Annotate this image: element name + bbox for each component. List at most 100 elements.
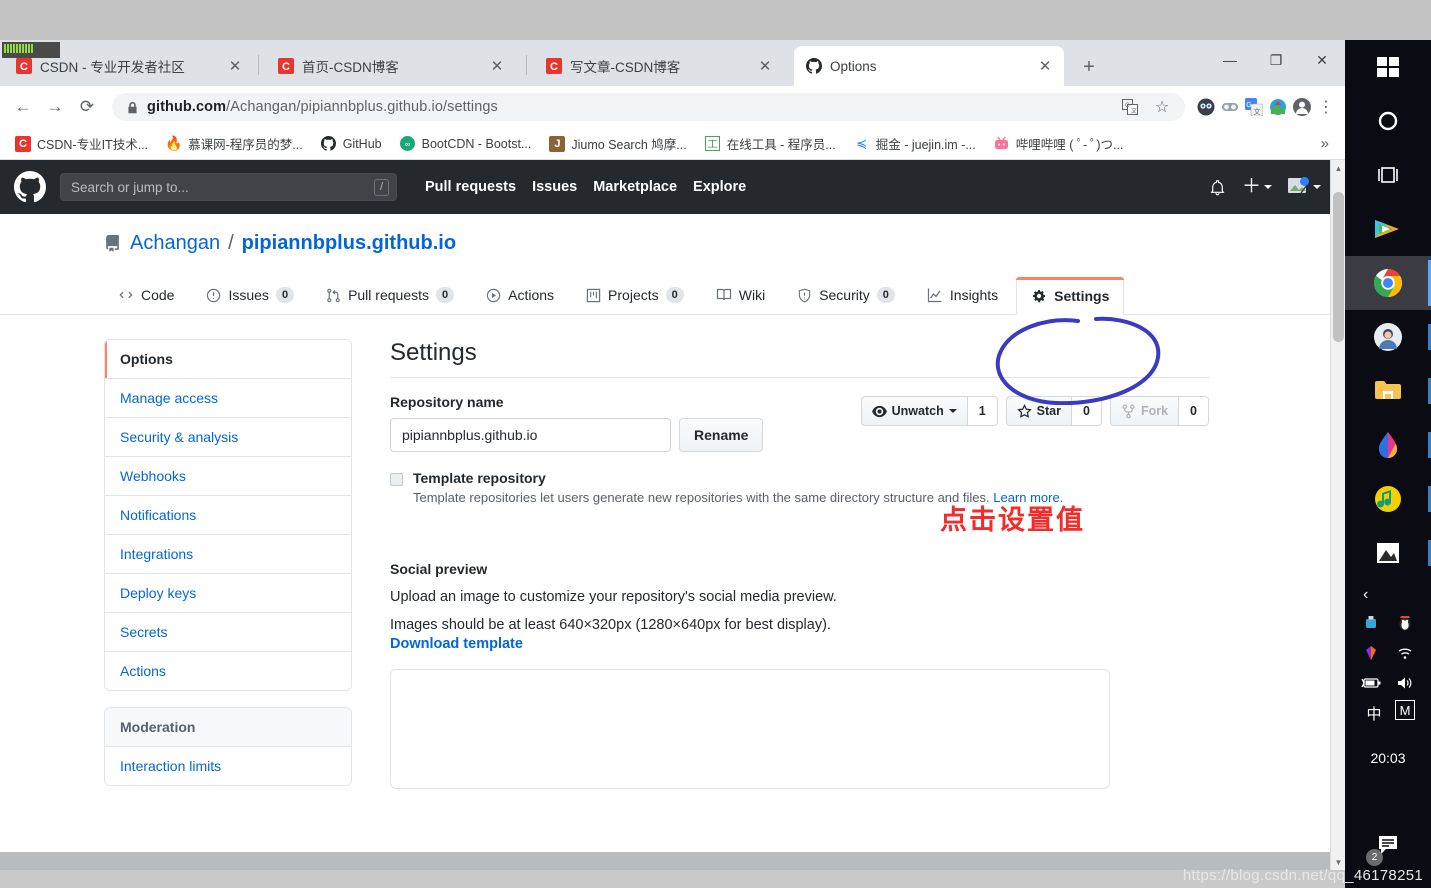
star-count[interactable]: 0 bbox=[1072, 396, 1102, 426]
repo-name-link[interactable]: pipiannbplus.github.io bbox=[242, 232, 456, 255]
tab-insights[interactable]: Insights bbox=[913, 276, 1012, 314]
tab-code[interactable]: Code bbox=[104, 276, 188, 314]
bookmark-item[interactable]: 工 在线工具 - 程序员... bbox=[698, 131, 843, 156]
browser-tab-3[interactable]: C 写文章-CSDN博客 ✕ bbox=[534, 46, 784, 86]
sidebar-item-deploy-keys[interactable]: Deploy keys bbox=[105, 573, 351, 612]
back-icon[interactable]: ← bbox=[8, 92, 38, 122]
star-button[interactable]: Star bbox=[1005, 396, 1072, 426]
fork-count[interactable]: 0 bbox=[1179, 396, 1209, 426]
sidebar-item-interaction-limits[interactable]: Interaction limits bbox=[105, 746, 351, 785]
template-repository-checkbox[interactable] bbox=[390, 473, 403, 486]
bookmark-item[interactable]: ≼ 掘金 - juejin.im -... bbox=[847, 131, 983, 156]
close-icon[interactable]: ✕ bbox=[756, 57, 774, 75]
bookmark-item[interactable]: 哔哩哔哩 ( ﾟ- ﾟ)つ... bbox=[987, 131, 1131, 156]
sidebar-item-integrations[interactable]: Integrations bbox=[105, 534, 351, 573]
wifi-icon[interactable] bbox=[1392, 640, 1418, 666]
minimize-button[interactable]: — bbox=[1207, 40, 1253, 80]
close-icon[interactable]: ✕ bbox=[226, 57, 244, 75]
nav-pull-requests[interactable]: Pull requests bbox=[425, 179, 516, 195]
rename-button[interactable]: Rename bbox=[679, 418, 764, 452]
chrome-menu-icon[interactable]: ⋮ bbox=[1315, 96, 1337, 118]
notifications-bell-icon[interactable] bbox=[1209, 179, 1226, 196]
qq-taskbar-button[interactable] bbox=[1345, 310, 1431, 364]
ime-language-indicator[interactable]: 中 bbox=[1361, 700, 1387, 726]
task-view-button[interactable] bbox=[1345, 148, 1431, 202]
watch-count[interactable]: 1 bbox=[967, 396, 998, 426]
sidebar-item-secrets[interactable]: Secrets bbox=[105, 612, 351, 651]
close-window-button[interactable]: ✕ bbox=[1299, 40, 1345, 80]
sidebar-item-security-analysis[interactable]: Security & analysis bbox=[105, 417, 351, 456]
github-search-input[interactable]: Search or jump to... / bbox=[60, 173, 397, 201]
repository-name-input[interactable] bbox=[390, 418, 671, 452]
scroll-up-icon[interactable]: ▲ bbox=[1331, 160, 1346, 176]
cortana-search-button[interactable] bbox=[1345, 94, 1431, 148]
file-explorer-button[interactable] bbox=[1345, 364, 1431, 418]
sidebar-item-notifications[interactable]: Notifications bbox=[105, 495, 351, 534]
qq-music-button[interactable] bbox=[1345, 472, 1431, 526]
bookmark-star-icon[interactable]: ☆ bbox=[1151, 96, 1173, 118]
address-bar[interactable]: github.com/Achangan/pipiannbplus.github.… bbox=[112, 93, 1185, 121]
tab-settings[interactable]: Settings bbox=[1016, 277, 1125, 315]
taskbar-clock[interactable]: 20:03 bbox=[1370, 750, 1405, 766]
volume-icon[interactable] bbox=[1392, 670, 1418, 696]
repo-owner-link[interactable]: Achangan bbox=[130, 232, 220, 255]
chevron-down-icon bbox=[948, 409, 957, 413]
gem-icon[interactable] bbox=[1358, 640, 1384, 666]
forward-icon[interactable]: → bbox=[40, 92, 70, 122]
bookmarks-overflow-button[interactable]: » bbox=[1313, 135, 1337, 152]
github-logo-icon[interactable] bbox=[14, 171, 46, 203]
browser-tab-4-active[interactable]: Options ✕ bbox=[794, 46, 1064, 86]
tab-security[interactable]: Security 0 bbox=[783, 276, 909, 314]
usb-icon[interactable] bbox=[1358, 610, 1384, 636]
tab-projects[interactable]: Projects 0 bbox=[572, 276, 698, 314]
tab-label: Projects bbox=[608, 287, 659, 303]
close-icon[interactable]: ✕ bbox=[1036, 57, 1054, 75]
internet-download-manager-icon[interactable] bbox=[1267, 96, 1289, 118]
profile-avatar-icon[interactable] bbox=[1291, 96, 1313, 118]
notification-center-button[interactable]: 2 bbox=[1345, 833, 1431, 866]
chrome-taskbar-button[interactable] bbox=[1345, 256, 1431, 310]
image-viewer-button[interactable] bbox=[1345, 526, 1431, 580]
download-template-link[interactable]: Download template bbox=[390, 636, 523, 652]
ime-mode-indicator[interactable]: M bbox=[1395, 700, 1415, 720]
tab-issues[interactable]: Issues 0 bbox=[192, 276, 308, 314]
qq-penguin-icon[interactable] bbox=[1392, 610, 1418, 636]
unwatch-button[interactable]: Unwatch bbox=[860, 396, 968, 426]
tray-expand-chevron-icon[interactable]: ‹ bbox=[1345, 586, 1431, 604]
reload-icon[interactable]: ⟳ bbox=[72, 92, 102, 122]
tab-actions[interactable]: Actions bbox=[472, 276, 568, 314]
translate-icon[interactable]: G文 bbox=[1119, 96, 1141, 118]
new-tab-button[interactable]: + bbox=[1076, 54, 1102, 80]
tab-pull-requests[interactable]: Pull requests 0 bbox=[312, 276, 468, 314]
page-scrollbar[interactable]: ▲ ▼ bbox=[1330, 160, 1345, 870]
fork-button[interactable]: Fork bbox=[1109, 396, 1180, 426]
nav-issues[interactable]: Issues bbox=[532, 179, 577, 195]
potplayer-button[interactable] bbox=[1345, 202, 1431, 256]
bookmark-item[interactable]: 🔥 慕课网-程序员的梦... bbox=[159, 131, 310, 156]
bookmark-item[interactable]: J Jiumo Search 鸠摩... bbox=[542, 131, 693, 156]
extension-avatar-icon[interactable] bbox=[1195, 96, 1217, 118]
sidebar-item-actions[interactable]: Actions bbox=[105, 651, 351, 690]
bookmark-item[interactable]: GitHub bbox=[314, 133, 389, 155]
tab-wiki[interactable]: Wiki bbox=[702, 276, 779, 314]
extension-glasses-icon[interactable] bbox=[1219, 96, 1241, 118]
sidebar-item-webhooks[interactable]: Webhooks bbox=[105, 456, 351, 495]
close-icon[interactable]: ✕ bbox=[488, 57, 506, 75]
google-translate-extension-icon[interactable]: G文 bbox=[1243, 96, 1265, 118]
nav-explore[interactable]: Explore bbox=[693, 179, 746, 195]
user-profile-menu[interactable] bbox=[1288, 176, 1321, 198]
scrollbar-thumb[interactable] bbox=[1333, 192, 1344, 342]
browser-tab-2[interactable]: C 首页-CSDN博客 ✕ bbox=[266, 46, 516, 86]
social-preview-dropzone[interactable] bbox=[390, 669, 1110, 789]
start-button[interactable] bbox=[1345, 40, 1431, 94]
create-new-menu[interactable]: ＋ bbox=[1242, 177, 1272, 196]
tab-label: Pull requests bbox=[348, 287, 429, 303]
bookmark-item[interactable]: C CSDN-专业IT技术... bbox=[8, 131, 155, 156]
sidebar-item-options[interactable]: Options bbox=[105, 340, 351, 379]
sidebar-item-manage-access[interactable]: Manage access bbox=[105, 378, 351, 417]
nav-marketplace[interactable]: Marketplace bbox=[593, 179, 677, 195]
battery-icon[interactable] bbox=[1358, 670, 1384, 696]
photoshop-taskbar-button[interactable] bbox=[1345, 418, 1431, 472]
maximize-button[interactable]: ❐ bbox=[1253, 40, 1299, 80]
bookmark-item[interactable]: ∞ BootCDN - Bootst... bbox=[393, 133, 539, 155]
